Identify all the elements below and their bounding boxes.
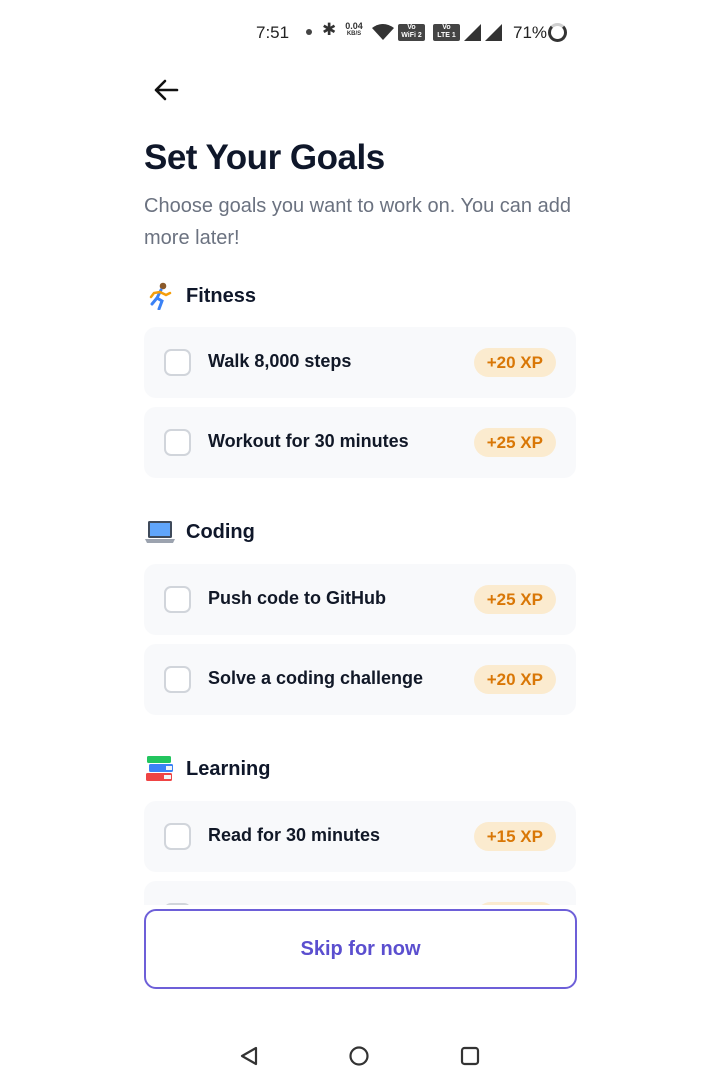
goal-label: Workout for 30 minutes <box>208 431 409 451</box>
skip-button[interactable]: Skip for now <box>144 909 577 989</box>
page-title: Set Your Goals <box>144 138 385 177</box>
sim1-label-bottom: WiFi 2 <box>401 32 422 39</box>
network-speed: 0.04 KB/S <box>340 22 368 38</box>
battery-percentage: 71% <box>513 23 548 42</box>
section-header-fitness: Fitness <box>144 281 256 311</box>
signal-icon <box>464 24 481 41</box>
xp-badge: +20 XP <box>473 665 556 694</box>
sim2-label-bottom: LTE 1 <box>437 32 456 39</box>
section-header-learning: Learning <box>144 754 270 784</box>
goal-label: Solve a coding challenge <box>208 668 424 688</box>
goal-item-coding-challenge[interactable]: Solve a coding challenge +20 XP <box>144 644 576 715</box>
goal-checkbox[interactable] <box>164 666 191 693</box>
page-subtitle: Choose goals you want to work on. You ca… <box>144 195 571 249</box>
xp-badge: +20 XP <box>473 348 556 377</box>
goal-item-push-code[interactable]: Push code to GitHub +25 XP <box>144 564 576 635</box>
triangle-back-icon <box>240 1046 258 1066</box>
nav-recents-button[interactable] <box>450 1036 490 1076</box>
sim1-label-top: Vo <box>407 24 416 31</box>
books-icon <box>144 754 176 784</box>
goal-checkbox[interactable] <box>164 429 191 456</box>
section-label: Learning <box>186 757 271 780</box>
circle-home-icon <box>349 1046 369 1066</box>
section-header-coding: Coding <box>144 517 255 547</box>
nav-back-button[interactable] <box>229 1036 269 1076</box>
network-speed-value: 0.04 <box>345 21 363 31</box>
sim2-label-top: Vo <box>442 24 451 31</box>
laptop-icon <box>144 517 176 547</box>
goal-item-workout[interactable]: Workout for 30 minutes +25 XP <box>144 407 576 478</box>
system-nav-bar <box>0 1020 720 1080</box>
nav-home-button[interactable] <box>339 1036 379 1076</box>
xp-badge: +25 XP <box>473 428 556 457</box>
notification-dot-icon <box>306 29 312 35</box>
goal-label: Walk 8,000 steps <box>208 351 352 371</box>
volte-wifi-badge: Vo WiFi 2 <box>398 24 425 41</box>
back-button[interactable] <box>148 74 184 106</box>
xp-badge: +25 XP <box>473 585 556 614</box>
goal-label: Read for 30 minutes <box>208 825 381 845</box>
bluetooth-icon: ✱ <box>322 20 337 39</box>
wifi-icon <box>372 24 394 40</box>
goal-item-walk-steps[interactable]: Walk 8,000 steps +20 XP <box>144 327 576 398</box>
goal-checkbox[interactable] <box>164 823 191 850</box>
xp-badge: +15 XP <box>473 822 556 851</box>
section-label: Coding <box>186 520 255 543</box>
square-recents-icon <box>460 1046 480 1066</box>
volte-lte-badge: Vo LTE 1 <box>433 24 460 41</box>
signal-icon <box>485 24 502 41</box>
status-bar: 7:51 ✱ 0.04 KB/S Vo WiFi 2 Vo LTE 1 71% <box>0 0 720 64</box>
network-speed-unit: KB/S <box>346 31 362 37</box>
goal-item-read[interactable]: Read for 30 minutes +15 XP <box>144 801 576 872</box>
status-time: 7:51 <box>256 23 290 42</box>
running-person-icon <box>144 281 176 311</box>
goal-checkbox[interactable] <box>164 349 191 376</box>
battery-icon <box>548 23 567 42</box>
goal-checkbox[interactable] <box>164 586 191 613</box>
arrow-left-icon <box>154 79 179 101</box>
goal-label: Push code to GitHub <box>208 588 386 608</box>
section-label: Fitness <box>186 284 257 307</box>
